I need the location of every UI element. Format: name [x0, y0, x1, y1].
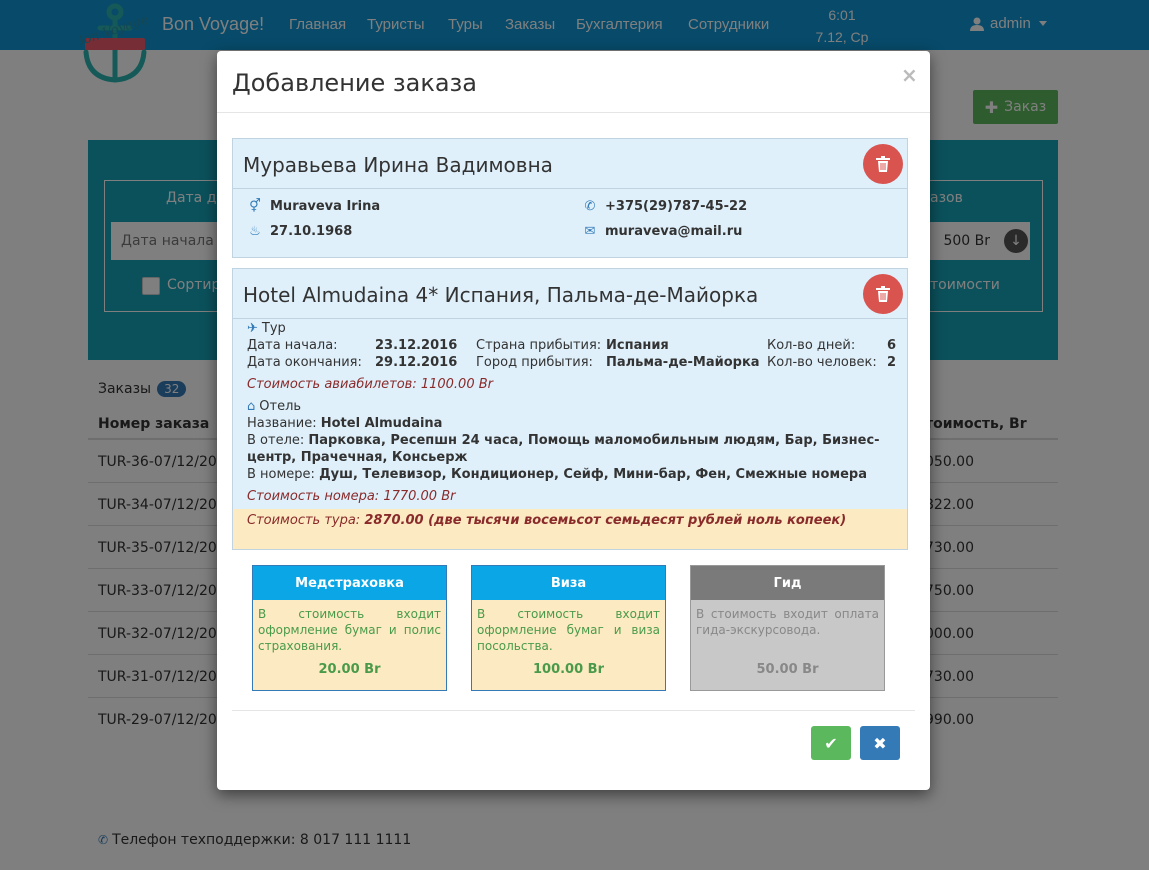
service-description: В стоимость входит оформление бумаг и по… — [258, 607, 441, 653]
check-icon: ✔ — [824, 733, 838, 753]
tourist-phone: ✆ +375(29)787-45-22 — [583, 199, 748, 214]
service-title: Гид — [691, 566, 884, 600]
card-divider — [233, 188, 907, 189]
room-amenities-line: В номере: Душ, Телевизор, Кондиционер, С… — [247, 467, 867, 482]
close-icon: ✖ — [873, 733, 887, 753]
delete-tour-button[interactable] — [863, 274, 903, 314]
tour-total-label: Стоимость тура: — [247, 513, 361, 528]
trash-icon — [876, 156, 890, 172]
tourist-birth-date: ♨ 27.10.1968 — [248, 224, 352, 239]
hotel-amenities-line1: В отеле: Парковка, Ресепшн 24 часа, Помо… — [247, 433, 880, 448]
tourist-card: Муравьева Ирина Вадимовна ⚥ Muraveva Iri… — [232, 138, 908, 258]
tour-title: Hotel Almudaina 4* Испания, Пальма-де-Ма… — [243, 283, 759, 307]
hotel-section-label: Отель — [259, 399, 302, 414]
tourist-email-value: muraveva@mail.ru — [605, 224, 743, 239]
gender-icon: ⚥ — [249, 199, 261, 214]
service-card-guide[interactable]: Гид В стоимость входит оплата гида-экску… — [690, 565, 885, 691]
country-label: Страна прибытия: — [476, 338, 602, 353]
room-cost: Стоимость номера: 1770.00 Br — [247, 489, 456, 504]
tourist-latin-name-value: Muraveva Irina — [270, 199, 381, 214]
days-value: 6 — [887, 338, 897, 353]
service-card-insurance[interactable]: Медстраховка В стоимость входит оформлен… — [252, 565, 447, 691]
tour-total: Стоимость тура: 2870.00 (две тысячи восе… — [233, 509, 907, 549]
tourist-phone-value: +375(29)787-45-22 — [605, 199, 748, 214]
confirm-button[interactable]: ✔ — [811, 726, 851, 760]
modal-title: Добавление заказа — [232, 69, 478, 97]
plane-icon: ✈ — [247, 321, 258, 336]
tourist-full-name: Муравьева Ирина Вадимовна — [243, 153, 553, 177]
delete-tourist-button[interactable] — [863, 144, 903, 184]
tour-total-value: 2870.00 (две тысячи восемьсот семьдесят … — [364, 513, 847, 528]
days-label: Кол-во дней: — [767, 338, 856, 353]
tourist-latin-name: ⚥ Muraveva Irina — [248, 199, 380, 214]
tour-card: Hotel Almudaina 4* Испания, Пальма-де-Ма… — [232, 268, 908, 550]
hotel-section: ⌂ Отель — [247, 399, 301, 414]
hotel-name-line: Название: Hotel Almudaina — [247, 416, 442, 431]
tourist-birth-date-value: 27.10.1968 — [270, 224, 353, 239]
service-price: 20.00 Br — [318, 662, 381, 677]
service-title: Виза — [472, 566, 665, 600]
in-hotel-value-1: Парковка, Ресепшн 24 часа, Помощь маломо… — [308, 433, 880, 448]
envelope-icon: ✉ — [584, 224, 596, 239]
tourist-email: ✉ muraveva@mail.ru — [583, 224, 743, 239]
birthday-cake-icon: ♨ — [249, 224, 261, 239]
start-date-value: 23.12.2016 — [375, 338, 458, 353]
cancel-button[interactable]: ✖ — [860, 726, 900, 760]
city-label: Город прибытия: — [476, 355, 593, 370]
tour-section: ✈ Тур — [247, 321, 286, 336]
home-icon: ⌂ — [247, 399, 256, 414]
service-description: В стоимость входит оплата гида-экскурсов… — [696, 607, 879, 637]
in-hotel-value-2: центр, Прачечная, Консьерж — [247, 450, 468, 465]
flight-cost: Стоимость авиабилетов: 1100.00 Br — [247, 377, 493, 392]
in-room-label: В номере: — [247, 467, 315, 482]
trash-icon — [876, 286, 890, 302]
end-date-value: 29.12.2016 — [375, 355, 458, 370]
in-room-value: Душ, Телевизор, Кондиционер, Сейф, Мини-… — [319, 467, 867, 482]
start-date-label: Дата начала: — [247, 338, 338, 353]
modal-footer-divider — [232, 710, 915, 711]
people-value: 2 — [887, 355, 897, 370]
card-divider — [233, 318, 907, 319]
tour-section-label: Тур — [261, 321, 286, 336]
service-description: В стоимость входит оформление бумаг и ви… — [477, 607, 660, 653]
service-price: 50.00 Br — [756, 662, 819, 677]
service-card-visa[interactable]: Виза В стоимость входит оформление бумаг… — [471, 565, 666, 691]
phone-icon: ✆ — [584, 199, 596, 214]
city-value: Пальма-де-Майорка — [606, 355, 760, 370]
service-title: Медстраховка — [253, 566, 446, 600]
close-icon[interactable]: × — [901, 63, 918, 87]
service-price: 100.00 Br — [532, 662, 604, 677]
hotel-name-value: Hotel Almudaina — [320, 416, 443, 431]
tour-total-text: Стоимость тура: 2870.00 (две тысячи восе… — [247, 513, 846, 528]
people-label: Кол-во человек: — [767, 355, 877, 370]
hotel-name-label: Название: — [247, 416, 317, 431]
hotel-amenities-line2: центр, Прачечная, Консьерж — [247, 450, 467, 465]
country-value: Испания — [606, 338, 669, 353]
add-order-modal: Добавление заказа × Муравьева Ирина Вади… — [217, 51, 930, 790]
modal-header-divider — [217, 112, 930, 113]
end-date-label: Дата окончания: — [247, 355, 362, 370]
in-hotel-label: В отеле: — [247, 433, 305, 448]
